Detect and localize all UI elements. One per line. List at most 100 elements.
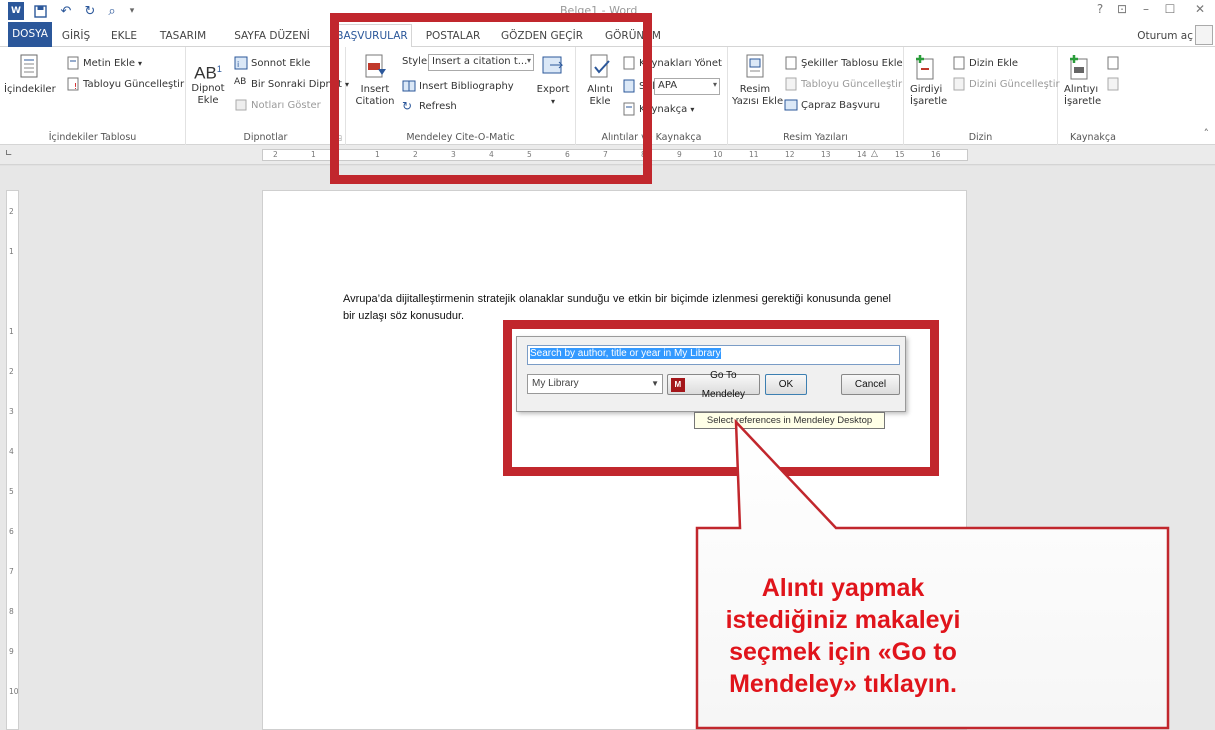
ruler-tick: 5	[9, 487, 14, 496]
group-label-captions: Resim Yazıları	[783, 132, 848, 143]
ruler-tick: 4	[9, 447, 14, 456]
show-notes-button[interactable]: Notları Göster	[234, 98, 321, 112]
ruler-tick: 2	[273, 150, 278, 159]
group-captions: Resim Yazısı Ekle Şekiller Tablosu Ekle …	[728, 47, 904, 145]
word-app-icon: W	[8, 2, 24, 20]
footnote-icon-text: AB	[194, 63, 217, 83]
footnote-icon: AB1	[190, 55, 226, 83]
update-table-button[interactable]: ! Tabloyu Güncelleştir	[66, 77, 184, 91]
svg-text:!: !	[74, 82, 77, 91]
tab-design[interactable]: TASARIM	[152, 26, 214, 46]
svg-text:i: i	[237, 60, 239, 69]
collapse-ribbon-icon[interactable]: ˄	[1204, 127, 1210, 140]
add-text-icon	[66, 56, 80, 70]
insert-caption-label: Resim Yazısı Ekle	[732, 84, 784, 107]
minimize-icon[interactable]: –	[1137, 2, 1155, 20]
mark-entry-label: Girdiyi İşaretle	[910, 84, 948, 107]
mark-citation-icon	[1070, 55, 1088, 80]
ruler-tick: 10	[9, 687, 19, 696]
print-preview-icon[interactable]: ⌕	[104, 2, 120, 20]
ruler-tick: 3	[9, 407, 14, 416]
ruler-tick: 2	[9, 207, 14, 216]
signin-link[interactable]: Oturum aç	[1137, 30, 1193, 42]
next-footnote-label: Bir Sonraki Dipnot	[251, 78, 342, 90]
ribbon-display-options-icon[interactable]: ⊡	[1113, 2, 1131, 20]
insert-index-button[interactable]: Dizin Ekle	[952, 56, 1018, 70]
insert-index-label: Dizin Ekle	[969, 57, 1019, 69]
add-text-button[interactable]: Metin Ekle ▾	[66, 56, 142, 70]
tab-file[interactable]: DOSYA	[8, 22, 52, 47]
update-authorities-button[interactable]	[1106, 77, 1120, 91]
show-notes-label: Notları Göster	[251, 99, 321, 111]
tab-insert[interactable]: EKLE	[104, 26, 144, 46]
table-of-figures-label: Şekiller Tablosu Ekle	[801, 57, 903, 69]
mark-entry-button[interactable]: Girdiyi İşaretle	[910, 53, 950, 108]
ruler-tick: 2	[9, 367, 14, 376]
endnote-icon: i	[234, 56, 248, 70]
ruler-tick: 14	[857, 150, 867, 159]
vertical-ruler[interactable]: 2 1 1 2 3 4 5 6 7 8 9 10	[6, 190, 19, 730]
cross-reference-button[interactable]: Çapraz Başvuru	[784, 98, 880, 112]
insert-endnote-button[interactable]: i Sonnot Ekle	[234, 56, 310, 70]
ruler-tick: 11	[749, 150, 759, 159]
footnote-icon-sup: 1	[216, 64, 222, 74]
update-index-icon	[952, 77, 966, 91]
table-of-contents-icon	[20, 54, 38, 78]
insert-authorities-button[interactable]	[1106, 56, 1120, 70]
right-indent-marker-icon[interactable]: △	[871, 149, 878, 159]
insert-footnote-button[interactable]: AB1 Dipnot Ekle	[190, 55, 226, 107]
mark-entry-icon	[916, 55, 934, 80]
group-authorities: Alıntıyı İşaretle Kaynakça	[1058, 47, 1128, 145]
avatar[interactable]	[1195, 25, 1213, 45]
tab-stop-selector[interactable]: ∟	[5, 149, 17, 161]
undo-icon[interactable]: ↶	[56, 2, 76, 20]
ruler-tick: 16	[931, 150, 941, 159]
cross-reference-icon	[784, 98, 798, 112]
update-index-button[interactable]: Dizini Güncelleştir	[952, 77, 1060, 91]
table-of-contents-label: İçindekiler	[4, 84, 56, 95]
ruler-tick: 13	[821, 150, 831, 159]
update-table-label: Tabloyu Güncelleştir	[83, 78, 185, 90]
annotation-box-dialog	[503, 320, 939, 476]
group-label-toc: İçindekiler Tablosu	[48, 132, 137, 143]
group-footnotes: AB1 Dipnot Ekle i Sonnot Ekle AB Bir Son…	[186, 47, 349, 145]
maximize-icon[interactable]: ☐	[1161, 2, 1179, 20]
insert-caption-icon	[746, 54, 764, 78]
help-icon[interactable]: ?	[1091, 2, 1109, 20]
ruler-tick: 10	[713, 150, 723, 159]
citation-style-word-value: APA	[658, 80, 678, 91]
insert-endnote-label: Sonnot Ekle	[251, 57, 311, 69]
tab-page-layout[interactable]: SAYFA DÜZENİ	[222, 26, 322, 46]
customize-qat-icon[interactable]: ▾	[126, 2, 138, 20]
table-of-contents-button[interactable]: İçindekiler	[4, 53, 56, 96]
table-of-figures-button[interactable]: Şekiller Tablosu Ekle	[784, 56, 903, 70]
group-label-footnotes: Dipnotlar	[243, 132, 288, 143]
tab-home[interactable]: GİRİŞ	[56, 26, 96, 46]
ruler-tick: 1	[9, 247, 14, 256]
close-icon[interactable]: ✕	[1191, 2, 1209, 20]
update-figures-table-button[interactable]: Tabloyu Güncelleştir	[784, 77, 902, 91]
insert-caption-button[interactable]: Resim Yazısı Ekle	[732, 53, 783, 108]
table-of-figures-icon	[784, 56, 798, 70]
ruler-tick: 7	[9, 567, 14, 576]
update-figures-table-icon	[784, 77, 798, 91]
citation-style-word-select[interactable]: APA ▾	[654, 78, 720, 95]
mark-citation-button[interactable]: Alıntıyı İşaretle	[1064, 53, 1104, 108]
group-table-of-contents: İçindekiler Metin Ekle ▾ ! Tabloyu Güncel…	[0, 47, 186, 145]
group-label-index: Dizin	[968, 132, 993, 143]
save-icon[interactable]	[32, 2, 48, 20]
cross-reference-label: Çapraz Başvuru	[801, 99, 881, 111]
chevron-down-icon: ▾	[690, 104, 695, 114]
ruler-tick: 15	[895, 150, 905, 159]
insert-footnote-label: Dipnot Ekle	[191, 83, 225, 106]
ruler-tick: 1	[9, 327, 14, 336]
add-text-label: Metin Ekle	[83, 57, 136, 69]
callout-text: Alıntı yapmak istediğiniz makaleyi seçme…	[725, 574, 961, 698]
ruler-tick: 8	[9, 607, 14, 616]
ruler-tick: 1	[311, 150, 316, 159]
update-figures-table-label: Tabloyu Güncelleştir	[801, 78, 903, 90]
chevron-down-icon: ▾	[712, 80, 717, 89]
mark-citation-label: Alıntıyı İşaretle	[1064, 84, 1102, 107]
redo-icon[interactable]: ↻	[82, 2, 98, 20]
word-window: W ↶ ↻ ⌕ ▾ Belge1 - Word ? ⊡ – ☐ ✕ DOSYA …	[0, 0, 1215, 730]
